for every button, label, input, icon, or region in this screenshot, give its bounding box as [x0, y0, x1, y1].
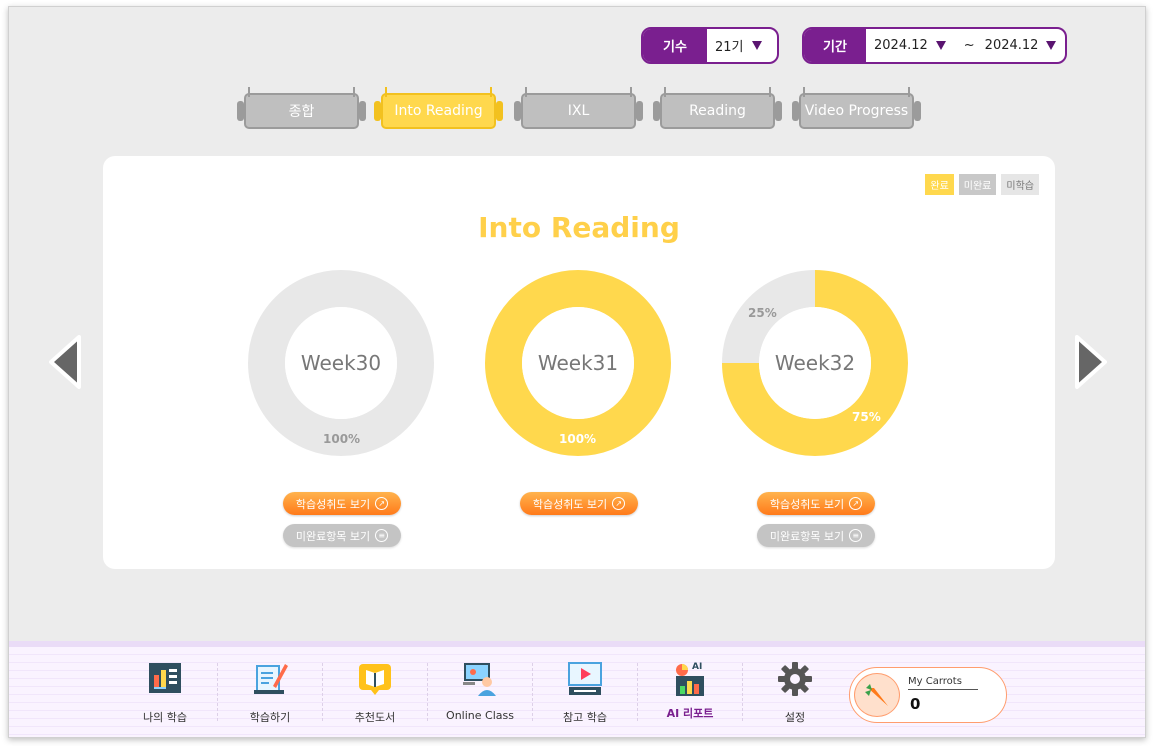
tab-ixl[interactable]: IXL	[514, 87, 643, 129]
button-label: 미완료항목 보기	[295, 529, 371, 543]
nav-settings[interactable]: 설정	[743, 655, 847, 729]
week30-donut: Week30 100%	[248, 270, 434, 456]
nav-study[interactable]: 학습하기	[218, 655, 322, 729]
nav-recommended-books[interactable]: 추천도서	[323, 655, 427, 729]
list-circle-icon: ≡	[375, 529, 389, 542]
incomplete-items-button[interactable]: 미완료항목 보기 ≡	[283, 524, 401, 547]
nav-label: AI 리포트	[666, 707, 714, 720]
dropdown-arrow-icon[interactable]	[1046, 41, 1057, 50]
tab-label: Reading	[689, 103, 746, 119]
period-filter[interactable]: 기간 2024.12 ~ 2024.12	[802, 27, 1067, 64]
pct-label-done: 75%	[852, 410, 881, 424]
dropdown-arrow-icon[interactable]	[935, 41, 946, 50]
nav-label: 학습하기	[249, 711, 291, 724]
arrow-circle-icon: ↗	[849, 497, 863, 510]
tab-reading[interactable]: Reading	[653, 87, 782, 129]
week-label: Week30	[300, 351, 382, 375]
arrow-circle-icon: ↗	[612, 497, 626, 510]
legend-undone: 미완료	[958, 174, 997, 195]
my-study-icon	[145, 659, 185, 699]
cohort-value: 21기	[715, 40, 744, 55]
carrot-icon	[854, 673, 900, 717]
report-card: 완료 미완료 미학습 Into Reading Week30 100% 학습성취…	[103, 156, 1055, 569]
bottom-nav: 나의 학습 학습하기 추천도서 Online Class 참고 학습 AI AI…	[9, 641, 1145, 737]
legend: 완료 미완료 미학습	[925, 174, 1039, 195]
button-label: 학습성취도 보기	[295, 497, 371, 511]
nav-label: Online Class	[446, 709, 514, 722]
button-label: 학습성취도 보기	[532, 497, 608, 511]
tab-overview[interactable]: 종합	[237, 87, 366, 129]
reference-video-icon	[565, 659, 605, 699]
tab-into-reading[interactable]: Into Reading	[374, 87, 503, 129]
week-label: Week32	[774, 351, 856, 375]
online-class-icon	[460, 659, 500, 699]
ai-report-icon: AI	[670, 659, 710, 699]
period-separator: ~	[963, 38, 975, 53]
carrots-value: 0	[910, 695, 921, 713]
nav-online-class[interactable]: Online Class	[428, 655, 532, 729]
app-frame: 기수 21기 기간 2024.12 ~ 2024.12 종합 Into Read…	[8, 6, 1146, 738]
button-label: 미완료항목 보기	[769, 529, 845, 543]
achievement-button[interactable]: 학습성취도 보기 ↗	[757, 492, 875, 515]
tab-label: Into Reading	[394, 103, 483, 119]
nav-my-study[interactable]: 나의 학습	[113, 655, 217, 729]
week32-donut: Week32 25% 75%	[722, 270, 908, 456]
nav-label: 추천도서	[354, 711, 396, 724]
arrow-circle-icon: ↗	[375, 497, 389, 510]
pct-label: 100%	[323, 432, 361, 446]
study-notebook-icon	[250, 659, 290, 699]
tab-label: IXL	[567, 103, 590, 119]
cohort-filter[interactable]: 기수 21기	[641, 27, 779, 64]
tab-video-progress[interactable]: Video Progress	[792, 87, 921, 129]
dropdown-arrow-icon[interactable]	[751, 41, 762, 50]
card-title: Into Reading	[478, 211, 680, 244]
period-filter-label: 기간	[804, 29, 866, 62]
next-arrow-icon[interactable]	[1073, 333, 1113, 391]
week-label: Week31	[537, 351, 619, 375]
pct-label-not-studied: 25%	[748, 306, 777, 320]
nav-label: 설정	[784, 711, 806, 724]
legend-done: 완료	[925, 174, 954, 195]
gear-icon	[775, 659, 815, 699]
recommended-book-icon	[355, 659, 395, 699]
achievement-button[interactable]: 학습성취도 보기 ↗	[283, 492, 401, 515]
period-end-select[interactable]: 2024.12	[985, 38, 1065, 53]
achievement-button[interactable]: 학습성취도 보기 ↗	[520, 492, 638, 515]
period-end-value: 2024.12	[984, 38, 1039, 53]
nav-ai-report[interactable]: AI AI 리포트	[638, 655, 742, 729]
period-start-value: 2024.12	[874, 38, 928, 53]
nav-reference-study[interactable]: 참고 학습	[533, 655, 637, 729]
incomplete-items-button[interactable]: 미완료항목 보기 ≡	[757, 524, 875, 547]
button-label: 학습성취도 보기	[769, 497, 845, 511]
nav-label: 나의 학습	[143, 711, 187, 724]
pct-label: 100%	[559, 432, 597, 446]
carrots-label: My Carrots	[908, 676, 978, 690]
period-start-select[interactable]: 2024.12	[866, 38, 954, 53]
nav-label: 참고 학습	[563, 711, 607, 724]
week31-donut: Week31 100%	[485, 270, 671, 456]
my-carrots-widget[interactable]: My Carrots 0	[849, 667, 1007, 723]
list-circle-icon: ≡	[849, 529, 863, 542]
prev-arrow-icon[interactable]	[43, 333, 83, 391]
legend-not-studied: 미학습	[1001, 174, 1039, 195]
tab-label: Video Progress	[804, 103, 909, 119]
tab-label: 종합	[288, 104, 315, 120]
cohort-select[interactable]: 21기	[707, 36, 770, 55]
svg-text:AI: AI	[692, 662, 702, 672]
cohort-filter-label: 기수	[643, 29, 707, 62]
